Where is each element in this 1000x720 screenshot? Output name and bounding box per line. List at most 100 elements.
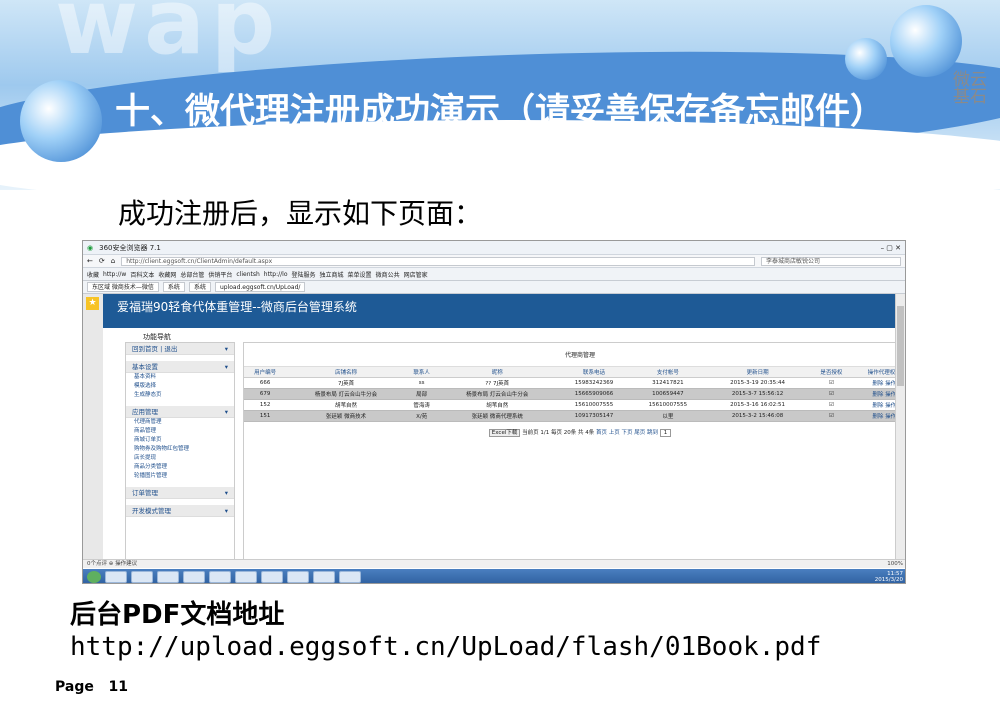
taskbar-item[interactable] — [339, 571, 361, 583]
table-cell[interactable]: ☑ — [810, 377, 853, 389]
table-row: 679 杨景布局 灯云合山牛分会 局部 杨景布局 灯云合山牛分会 15665909066… — [244, 388, 905, 400]
taskbar-item[interactable] — [131, 571, 153, 583]
browser-tab[interactable]: 系统 — [162, 282, 185, 292]
column-header[interactable]: 昵称 — [437, 367, 557, 378]
table-cell[interactable]: ☑ — [810, 410, 853, 422]
slide-title: 十、微代理注册成功演示（请妥善保存备忘邮件） — [115, 92, 886, 132]
admin-app: 爱福瑞90轻食代体重管理--微商后台管理系统 功能导航 回到首页 | 退出 ▾ 基… — [103, 294, 905, 566]
sidebar-item[interactable]: 商品分类管理 — [126, 463, 234, 472]
status-left: 0个点评 ⊕ 操作建议 — [87, 561, 138, 567]
bookmark-item[interactable]: 总部台管 — [180, 270, 204, 279]
sidebar-section[interactable]: 基本设置 ▾ — [126, 361, 234, 373]
page-select[interactable]: 1 — [659, 428, 672, 437]
bookmark-item[interactable]: 独立商城 — [320, 270, 344, 279]
taskbar-item[interactable] — [183, 571, 205, 583]
browser-screenshot: ◉ 360安全浏览器 7.1 – ▢ ✕ ← ⟳ ⌂ http://client… — [82, 240, 906, 584]
column-header[interactable]: 是否授权 — [810, 367, 853, 378]
sidebar: 回到首页 | 退出 ▾ 基本设置 ▾ 基本资料 模版选择 生成静态页 应用管理 ▾ 代理商管理商… — [125, 342, 235, 564]
favorite-star-icon[interactable]: ★ — [86, 297, 99, 310]
table-cell: 张廷颖 微商代理系统 — [437, 410, 557, 422]
browser-name: 360安全浏览器 7.1 — [99, 243, 161, 252]
pager-links[interactable]: 首页 上页 下页 尾页 跳到 — [596, 430, 658, 436]
pager-info: 当前页 1/1 每页 20条 共 4条 — [522, 429, 595, 436]
back-icon[interactable]: ← — [87, 257, 93, 265]
home-icon[interactable]: ⌂ — [111, 257, 115, 265]
sidebar-item[interactable]: 生成静态页 — [126, 391, 234, 400]
start-button[interactable] — [87, 571, 101, 583]
table-cell: 100659447 — [630, 388, 705, 400]
taskbar-item[interactable] — [235, 571, 257, 583]
table-cell: 局部 — [405, 388, 438, 400]
excel-download-button[interactable]: Excel下载 — [488, 428, 521, 437]
address-bar[interactable]: http://client.eggsoft.cn/ClientAdmin/def… — [121, 256, 755, 266]
sidebar-item[interactable]: 代理商管理 — [126, 418, 234, 427]
agent-table: 用户编号 店铺名称 联系人 昵称 联系电话 支付帐号 更新日期 是否授权 操作代理权限 666 7… — [244, 367, 905, 422]
column-header[interactable]: 用户编号 — [244, 367, 287, 378]
bubble-decoration — [20, 80, 102, 162]
zoom-level[interactable]: 100% — [887, 560, 903, 568]
column-header[interactable]: 支付帐号 — [630, 367, 705, 378]
taskbar-item[interactable] — [105, 571, 127, 583]
bookmark-item[interactable]: 菜单设置 — [348, 270, 372, 279]
browser-tab[interactable]: 东区域 微商技术—微信 — [87, 282, 159, 292]
table-cell: X/苑 — [405, 410, 438, 422]
bookmark-item[interactable]: 百科文本 — [130, 270, 154, 279]
bookmark-item[interactable]: 收藏网 — [158, 270, 176, 279]
sidebar-home-link[interactable]: 回到首页 | 退出 ▾ — [126, 343, 234, 355]
pdf-label: 后台PDF文档地址 — [70, 600, 285, 630]
table-cell: 15610007555 — [630, 399, 705, 411]
table-cell: 151 — [244, 410, 287, 422]
sidebar-item[interactable]: 商品管理 — [126, 427, 234, 436]
browser-tab[interactable]: 系统 — [188, 282, 211, 292]
slide-subtitle: 成功注册后，显示如下页面： — [118, 197, 483, 230]
taskbar-item[interactable] — [287, 571, 309, 583]
bookmark-item[interactable]: http://lo — [264, 271, 288, 278]
bubble-decoration — [845, 38, 887, 80]
taskbar-item[interactable] — [313, 571, 335, 583]
os-taskbar: 11:57 2015/3/20 — [83, 569, 905, 583]
bookmark-item[interactable]: http://w — [103, 271, 126, 278]
taskbar-item[interactable] — [157, 571, 179, 583]
sidebar-item[interactable]: 商城订单页 — [126, 436, 234, 445]
column-header[interactable]: 联系人 — [405, 367, 438, 378]
window-controls[interactable]: – ▢ ✕ — [881, 244, 901, 252]
taskbar-item[interactable] — [261, 571, 283, 583]
nav-label: 功能导航 — [143, 333, 171, 341]
column-header[interactable]: 更新日期 — [704, 367, 811, 378]
table-cell: 2015-3-19 20:35:44 — [704, 377, 811, 389]
table-cell[interactable]: ☑ — [810, 388, 853, 400]
vertical-scrollbar[interactable] — [895, 294, 905, 566]
bookmark-item[interactable]: clientsh — [236, 271, 259, 278]
bookmark-item[interactable]: 登陆服务 — [292, 270, 316, 279]
table-row: 151 张廷颖 微商技术 X/苑 张廷颖 微商代理系统 10917305147 以里 201… — [244, 410, 905, 422]
side-strip: ★ — [83, 294, 103, 566]
chevron-down-icon: ▾ — [224, 489, 228, 497]
sidebar-section[interactable]: 应用管理 ▾ — [126, 406, 234, 418]
app-header: 爱福瑞90轻食代体重管理--微商后台管理系统 — [103, 294, 905, 328]
sidebar-item[interactable]: 店长提现 — [126, 454, 234, 463]
taskbar-item[interactable] — [209, 571, 231, 583]
sidebar-item[interactable]: 轮播图片管理 — [126, 472, 234, 481]
sidebar-item[interactable]: 模版选择 — [126, 382, 234, 391]
pdf-url-link[interactable]: http://upload.eggsoft.cn/UpLoad/flash/01… — [70, 632, 821, 662]
refresh-icon[interactable]: ⟳ — [99, 257, 105, 265]
scrollbar-thumb[interactable] — [897, 306, 904, 386]
sidebar-item[interactable]: 基本资料 — [126, 373, 234, 382]
browser-titlebar: ◉ 360安全浏览器 7.1 – ▢ ✕ — [83, 241, 905, 255]
column-header[interactable]: 联系电话 — [557, 367, 631, 378]
bookmark-item[interactable]: 微商公共 — [376, 270, 400, 279]
table-cell: 666 — [244, 377, 287, 389]
sidebar-section[interactable]: 订单管理 ▾ — [126, 487, 234, 499]
table-cell: 2015-3-2 15:46:08 — [704, 410, 811, 422]
bookmark-item[interactable]: 网店管家 — [404, 270, 428, 279]
column-header[interactable]: 店铺名称 — [286, 367, 406, 378]
table-cell[interactable]: ☑ — [810, 399, 853, 411]
table-cell: 2015-3-16 16:02:51 — [704, 399, 811, 411]
table-cell: 10917305147 — [557, 410, 631, 422]
sidebar-section[interactable]: 开发模式管理 ▾ — [126, 505, 234, 517]
bookmark-item[interactable]: 收藏 — [87, 270, 99, 279]
search-input[interactable]: 李泰城商店敏锐公司 — [761, 256, 901, 266]
bookmark-item[interactable]: 供销平台 — [208, 270, 232, 279]
browser-tab[interactable]: upload.eggsoft.cn/UpLoad/ — [214, 282, 306, 292]
sidebar-item[interactable]: 购物券及购物红包管理 — [126, 445, 234, 454]
